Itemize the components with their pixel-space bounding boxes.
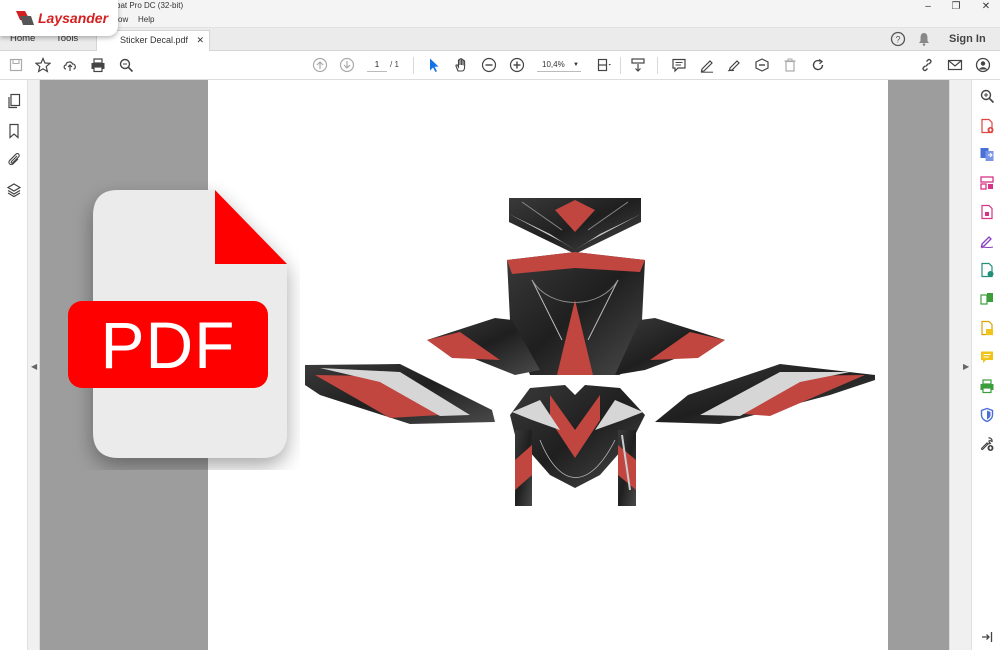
left-navigation-pane <box>0 80 28 650</box>
compress-pdf-icon[interactable] <box>977 202 997 222</box>
bookmark-icon[interactable] <box>4 121 24 141</box>
print-production-icon[interactable] <box>977 376 997 396</box>
comment-icon[interactable] <box>669 55 689 75</box>
decal-piece-visor <box>509 198 641 254</box>
window-title: bat Pro DC (32-bit) <box>116 1 184 10</box>
tabs-bar: Home Tools Sticker Decal.pdf ✕ ? Sign In <box>0 28 1000 51</box>
close-tab-icon[interactable]: ✕ <box>196 31 204 50</box>
scroll-mode-icon[interactable] <box>628 55 648 75</box>
export-pdf-icon[interactable] <box>977 144 997 164</box>
create-pdf-icon[interactable] <box>977 116 997 136</box>
print-icon[interactable] <box>88 55 108 75</box>
right-tools-pane <box>971 80 1000 650</box>
sticker-decal-artwork <box>305 198 875 506</box>
zoom-out-icon[interactable] <box>479 55 499 75</box>
draw-icon[interactable] <box>724 55 744 75</box>
zoom-value: 10,4% <box>542 60 565 69</box>
document-tab-label: Sticker Decal.pdf <box>120 35 189 45</box>
highlight-icon[interactable] <box>697 55 717 75</box>
cloud-upload-icon[interactable] <box>60 55 80 75</box>
toolbar-divider <box>620 57 621 74</box>
fill-sign-icon[interactable] <box>977 231 997 251</box>
title-bar: bat Pro DC (32-bit) – ❐ ✕ <box>0 0 1000 14</box>
page-total: / 1 <box>390 60 399 69</box>
menu-help[interactable]: Help <box>138 15 154 24</box>
attachment-icon[interactable] <box>4 149 24 169</box>
combine-files-icon[interactable] <box>977 289 997 309</box>
menu-window[interactable]: ow <box>118 15 128 24</box>
laysander-logo: Laysander <box>0 0 118 36</box>
zoom-level-select[interactable]: 10,4% ▼ <box>537 58 581 72</box>
close-window-button[interactable]: ✕ <box>972 0 1000 14</box>
decal-piece-lower-right-leg <box>618 430 636 506</box>
right-pane-collapse-handle[interactable]: ▶ <box>949 80 971 650</box>
chevron-right-icon: ▶ <box>963 362 970 371</box>
email-icon[interactable] <box>945 55 965 75</box>
protect-icon[interactable] <box>977 405 997 425</box>
share-link-icon[interactable] <box>917 55 937 75</box>
bell-icon[interactable] <box>914 29 934 49</box>
maximize-button[interactable]: ❐ <box>942 0 970 14</box>
edit-pdf-icon[interactable] <box>977 260 997 280</box>
find-icon[interactable] <box>116 55 136 75</box>
svg-text:?: ? <box>895 35 900 45</box>
logo-wordmark: Laysander <box>38 10 109 26</box>
menu-bar: ow Help <box>0 14 1000 28</box>
layers-icon[interactable] <box>4 180 24 200</box>
next-page-icon[interactable] <box>337 55 357 75</box>
comment-tool-icon[interactable] <box>977 347 997 367</box>
more-tools-icon[interactable] <box>977 434 997 454</box>
previous-page-icon[interactable] <box>310 55 330 75</box>
save-icon[interactable] <box>6 55 26 75</box>
add-user-icon[interactable] <box>973 55 993 75</box>
decal-piece-left-side <box>305 364 495 424</box>
pdf-badge-label: PDF <box>100 307 236 382</box>
page-layout-icon[interactable] <box>594 55 614 75</box>
rotate-icon[interactable] <box>808 55 828 75</box>
zoom-in-icon[interactable] <box>507 55 527 75</box>
page-number-input[interactable]: 1 <box>367 58 387 72</box>
select-cursor-icon[interactable] <box>424 55 444 75</box>
sign-in-button[interactable]: Sign In <box>949 28 986 50</box>
decal-piece-right-side <box>655 364 875 424</box>
star-icon[interactable] <box>33 55 53 75</box>
toolbar-divider <box>413 57 414 74</box>
chevron-down-icon: ▼ <box>573 62 579 68</box>
toolbar-divider <box>657 57 658 74</box>
chevron-left-icon: ◀ <box>31 362 38 371</box>
page-thumbnails-icon[interactable] <box>4 91 24 111</box>
collapse-panel-icon[interactable] <box>977 627 997 647</box>
help-icon[interactable]: ? <box>888 29 908 49</box>
decal-piece-lower-left-leg <box>515 430 532 506</box>
left-pane-collapse-handle[interactable]: ◀ <box>28 80 40 650</box>
send-for-review-icon[interactable] <box>977 318 997 338</box>
hand-tool-icon[interactable] <box>451 55 471 75</box>
organize-pages-icon[interactable] <box>977 173 997 193</box>
stamp-icon[interactable] <box>752 55 772 75</box>
logo-mark-icon <box>16 11 34 25</box>
delete-icon[interactable] <box>780 55 800 75</box>
toolbar: 1 / 1 10,4% ▼ <box>0 51 1000 80</box>
minimize-button[interactable]: – <box>914 0 942 14</box>
search-tools-icon[interactable] <box>977 86 997 106</box>
